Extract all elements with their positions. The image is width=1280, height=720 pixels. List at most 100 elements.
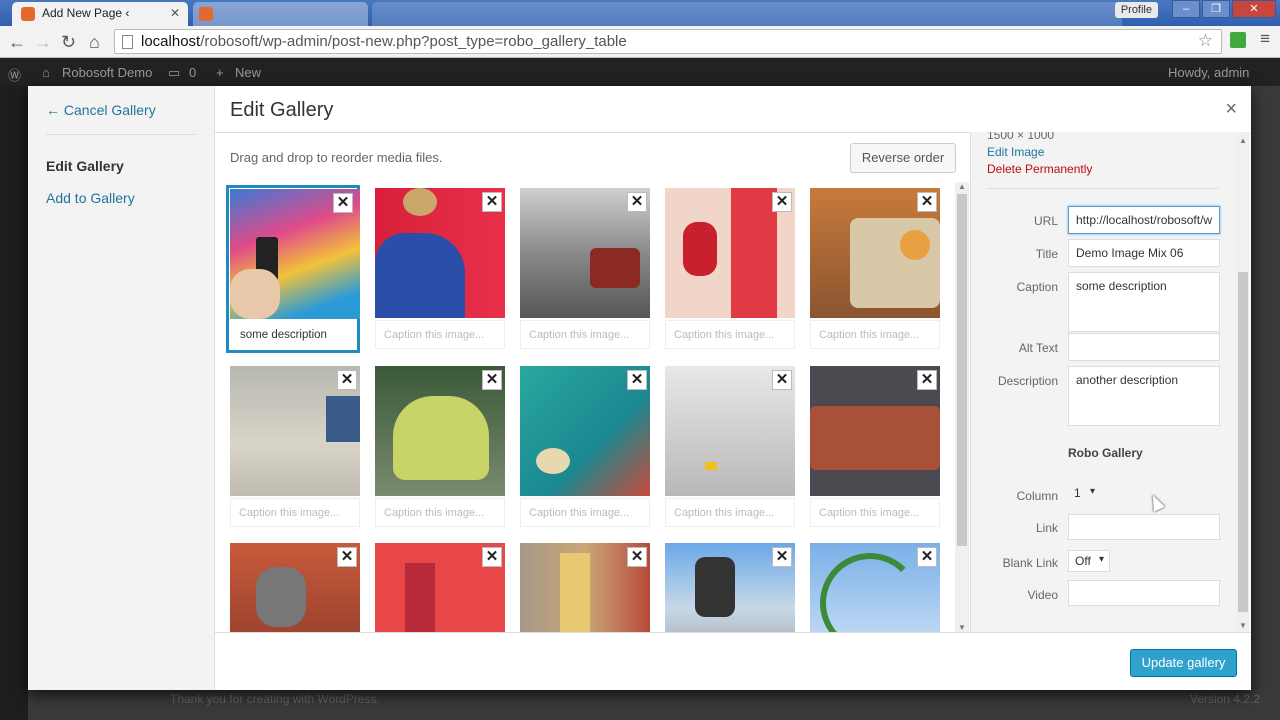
- attachment-item[interactable]: ✕ Caption this image...: [372, 185, 506, 353]
- attachment-item[interactable]: ✕ Caption this image...: [807, 185, 941, 353]
- attachment-item[interactable]: ✕: [517, 540, 651, 632]
- remove-icon[interactable]: ✕: [337, 370, 357, 390]
- browser-tab[interactable]: [193, 2, 368, 26]
- skater-graphic: [695, 557, 735, 617]
- remove-icon[interactable]: ✕: [627, 370, 647, 390]
- teddy-bear-graphic: [683, 222, 717, 276]
- remove-icon[interactable]: ✕: [917, 370, 937, 390]
- attachment-item[interactable]: ✕ Caption this image...: [372, 363, 506, 531]
- scrollbar-thumb[interactable]: [1238, 272, 1248, 612]
- footer-version: Version 4.2.2: [1189, 692, 1260, 706]
- remove-icon[interactable]: ✕: [917, 192, 937, 212]
- attachment-item[interactable]: ✕ Caption this image...: [227, 363, 361, 531]
- remove-icon[interactable]: ✕: [482, 370, 502, 390]
- scroll-down-icon[interactable]: ▼: [958, 623, 966, 632]
- scrollbar-thumb[interactable]: [957, 194, 967, 546]
- account-greeting[interactable]: Howdy, admin: [1168, 65, 1249, 80]
- remove-icon[interactable]: ✕: [482, 192, 502, 212]
- video-field[interactable]: [1068, 580, 1220, 606]
- site-name-link[interactable]: Robosoft Demo: [62, 65, 152, 80]
- remove-icon[interactable]: ✕: [333, 193, 353, 213]
- home-icon[interactable]: ⌂: [42, 65, 50, 80]
- person-graphic: [560, 553, 590, 632]
- caption-field[interactable]: Caption this image...: [665, 320, 795, 349]
- delete-permanently-link[interactable]: Delete Permanently: [987, 162, 1092, 176]
- attachment-item[interactable]: ✕ Caption this image...: [662, 363, 796, 531]
- attachment-item[interactable]: ✕ Caption this image...: [517, 363, 651, 531]
- caption-field[interactable]: Caption this image...: [810, 498, 940, 527]
- remove-icon[interactable]: ✕: [772, 192, 792, 212]
- url-field[interactable]: http://localhost/robosoft/w: [1068, 206, 1220, 234]
- caption-field[interactable]: Caption this image...: [520, 498, 650, 527]
- remove-icon[interactable]: ✕: [917, 547, 937, 567]
- wordpress-logo-icon[interactable]: Ⓦ: [8, 65, 21, 84]
- edit-image-link[interactable]: Edit Image: [987, 145, 1044, 159]
- remove-icon[interactable]: ✕: [482, 547, 502, 567]
- close-window-button[interactable]: ✕: [1232, 0, 1276, 18]
- grid-scrollbar[interactable]: ▲ ▼: [955, 182, 969, 632]
- scroll-down-icon[interactable]: ▼: [1239, 621, 1247, 630]
- close-icon[interactable]: ×: [1225, 98, 1237, 121]
- menu-item-add-to-gallery[interactable]: Add to Gallery: [46, 190, 135, 206]
- attachment-item-selected[interactable]: ✕ some description: [226, 185, 360, 353]
- browser-tab-strip[interactable]: [372, 2, 1122, 26]
- attachment-item[interactable]: ✕ Caption this image...: [807, 363, 941, 531]
- update-gallery-button[interactable]: Update gallery: [1130, 649, 1237, 677]
- attachment-item[interactable]: ✕: [807, 540, 941, 632]
- admin-menu-strip: [0, 86, 28, 720]
- address-bar[interactable]: localhost/robosoft/wp-admin/post-new.php…: [114, 29, 1222, 54]
- extension-icon[interactable]: [1230, 32, 1246, 48]
- caption-field[interactable]: Caption this image...: [375, 498, 505, 527]
- forward-icon[interactable]: →: [34, 32, 52, 53]
- wordpress-favicon-icon: [21, 7, 35, 21]
- remove-icon[interactable]: ✕: [627, 547, 647, 567]
- url-path: /robosoft/wp-admin/post-new.php?post_typ…: [200, 33, 627, 50]
- scroll-up-icon[interactable]: ▲: [958, 182, 966, 191]
- browser-menu-icon[interactable]: ≡: [1260, 29, 1270, 49]
- comments-icon[interactable]: ▭: [168, 65, 180, 81]
- attachment-item[interactable]: ✕ Caption this image...: [517, 185, 651, 353]
- minimize-button[interactable]: –: [1172, 0, 1200, 18]
- tab-favicon-icon: [199, 7, 213, 21]
- attachment-details-sidebar: 1500 × 1000 Edit Image Delete Permanentl…: [971, 132, 1250, 632]
- attachment-item[interactable]: ✕: [662, 540, 796, 632]
- caption-field[interactable]: Caption this image...: [665, 498, 795, 527]
- reload-icon[interactable]: ↻: [61, 32, 76, 53]
- scroll-up-icon[interactable]: ▲: [1239, 136, 1247, 145]
- caption-field[interactable]: Caption this image...: [375, 320, 505, 349]
- attachment-item[interactable]: ✕: [372, 540, 506, 632]
- tab-close-icon[interactable]: ✕: [170, 6, 180, 20]
- blank-link-select[interactable]: Off: [1068, 550, 1110, 572]
- title-field[interactable]: Demo Image Mix 06: [1068, 239, 1220, 267]
- attachment-item[interactable]: ✕: [227, 540, 361, 632]
- caption-field[interactable]: Caption this image...: [230, 498, 360, 527]
- url-host: localhost: [141, 33, 201, 50]
- new-icon[interactable]: +: [216, 65, 224, 80]
- caption-field[interactable]: some description: [230, 321, 360, 350]
- profile-button[interactable]: Profile: [1114, 2, 1158, 18]
- cancel-gallery-link[interactable]: ← Cancel Gallery: [46, 102, 156, 118]
- link-label: Link: [1035, 521, 1058, 535]
- remove-icon[interactable]: ✕: [627, 192, 647, 212]
- browser-tab-active[interactable]: Add New Page ‹ ✕: [12, 2, 188, 26]
- menu-item-edit-gallery[interactable]: Edit Gallery: [46, 158, 124, 174]
- caption-field[interactable]: Caption this image...: [520, 320, 650, 349]
- column-select[interactable]: 1: [1068, 483, 1100, 505]
- back-icon[interactable]: ←: [8, 32, 26, 53]
- bookmark-star-icon[interactable]: ☆: [1198, 31, 1213, 51]
- reverse-order-button[interactable]: Reverse order: [850, 143, 956, 173]
- maximize-button[interactable]: ❐: [1202, 0, 1230, 18]
- details-divider: [987, 188, 1219, 189]
- attachment-item[interactable]: ✕ Caption this image...: [662, 185, 796, 353]
- caption-textarea[interactable]: some description: [1068, 272, 1220, 332]
- remove-icon[interactable]: ✕: [337, 547, 357, 567]
- remove-icon[interactable]: ✕: [772, 547, 792, 567]
- sidebar-scrollbar[interactable]: ▲ ▼: [1236, 132, 1250, 632]
- remove-icon[interactable]: ✕: [772, 370, 792, 390]
- alt-text-field[interactable]: [1068, 333, 1220, 361]
- new-content-link[interactable]: New: [235, 65, 261, 80]
- description-textarea[interactable]: another description: [1068, 366, 1220, 426]
- caption-field[interactable]: Caption this image...: [810, 320, 940, 349]
- home-icon[interactable]: ⌂: [89, 32, 100, 53]
- link-field[interactable]: [1068, 514, 1220, 540]
